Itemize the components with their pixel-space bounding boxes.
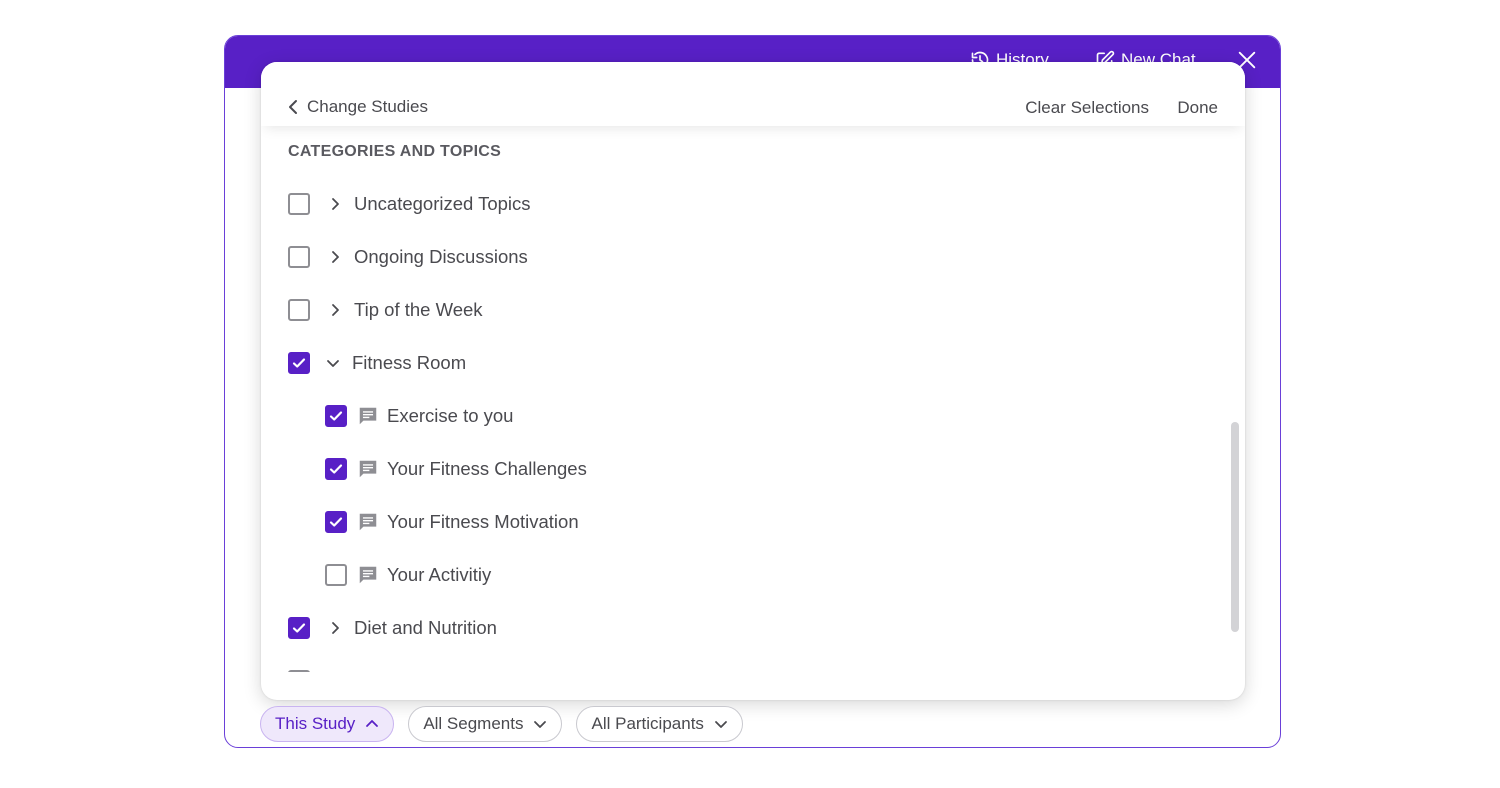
message-icon [359, 513, 377, 531]
chevron-right-icon[interactable] [328, 250, 342, 264]
section-title: CATEGORIES AND TOPICS [288, 143, 502, 160]
check-icon [329, 517, 343, 527]
topic-checkbox[interactable] [325, 458, 347, 480]
topic-filter-popover: Change Studies Clear Selections Done CAT… [261, 62, 1245, 700]
topic-checkbox[interactable] [325, 564, 347, 586]
segments-filter-chip[interactable]: All Segments [408, 706, 563, 742]
topic-checkbox[interactable] [288, 193, 310, 215]
chevron-right-icon[interactable] [328, 197, 342, 211]
chevron-up-icon [366, 720, 379, 727]
list-item-partial[interactable] [288, 666, 310, 672]
check-icon [329, 464, 343, 474]
clear-selections-button[interactable]: Clear Selections [1025, 98, 1149, 118]
chevron-down-icon [715, 721, 727, 728]
segments-filter-label: All Segments [423, 714, 524, 733]
popover-header: Change Studies Clear Selections Done [261, 62, 1245, 126]
participants-filter-chip[interactable]: All Participants [576, 706, 743, 742]
done-button[interactable]: Done [1177, 98, 1218, 118]
change-studies-button[interactable]: Change Studies [287, 97, 428, 117]
chevron-down-icon [534, 721, 547, 728]
topic-label: Fitness Room [352, 352, 467, 373]
topic-label: Your Fitness Motivation [387, 511, 579, 532]
study-filter-chip[interactable]: This Study [260, 706, 395, 742]
list-item[interactable]: Tip of the Week [288, 295, 483, 325]
list-item[interactable]: Exercise to you [325, 401, 513, 431]
check-icon [292, 358, 306, 368]
check-icon [292, 623, 306, 633]
topic-checkbox[interactable] [288, 299, 310, 321]
list-item[interactable]: Diet and Nutrition [288, 613, 497, 643]
list-item[interactable]: Your Activitiy [325, 560, 491, 590]
list-item[interactable]: Your Fitness Challenges [325, 454, 587, 484]
study-filter-label: This Study [275, 714, 356, 733]
topic-label: Your Activitiy [387, 564, 492, 585]
list-item[interactable]: Ongoing Discussions [288, 242, 528, 272]
topic-label: Ongoing Discussions [354, 246, 528, 267]
topic-label: Your Fitness Challenges [387, 458, 587, 479]
list-item[interactable]: Your Fitness Motivation [325, 507, 579, 537]
list-item[interactable]: Fitness Room [288, 348, 466, 378]
chevron-right-icon[interactable] [328, 303, 342, 317]
message-icon [359, 407, 377, 425]
topic-checkbox[interactable] [325, 405, 347, 427]
chevron-left-icon [289, 100, 297, 114]
participants-filter-label: All Participants [591, 714, 704, 733]
topic-list: Uncategorized Topics Ongoing Discussions… [261, 177, 1245, 672]
chevron-right-icon[interactable] [328, 621, 342, 635]
message-icon [359, 566, 377, 584]
topic-checkbox[interactable] [288, 246, 310, 268]
message-icon [359, 460, 377, 478]
topic-label: Diet and Nutrition [354, 617, 497, 638]
scrollbar-thumb[interactable] [1231, 422, 1239, 632]
topic-checkbox[interactable] [288, 670, 310, 672]
change-studies-label: Change Studies [307, 97, 428, 116]
topic-checkbox[interactable] [288, 352, 310, 374]
topic-label: Uncategorized Topics [354, 193, 531, 214]
list-item[interactable]: Uncategorized Topics [288, 189, 531, 219]
chevron-down-icon[interactable] [326, 356, 340, 370]
topic-checkbox[interactable] [325, 511, 347, 533]
topic-label: Exercise to you [387, 405, 514, 426]
topic-checkbox[interactable] [288, 617, 310, 639]
filter-chips: This Study All Segments All Participants [260, 706, 743, 742]
check-icon [329, 411, 343, 421]
topic-label: Tip of the Week [354, 299, 483, 320]
